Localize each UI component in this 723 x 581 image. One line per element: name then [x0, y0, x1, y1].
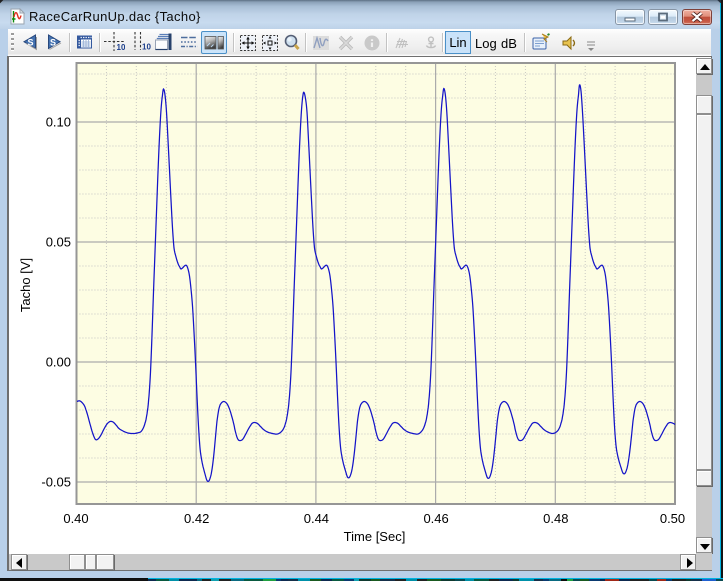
svg-text:0.10: 0.10 — [46, 115, 71, 130]
svg-text:Tacho [V]: Tacho [V] — [18, 258, 33, 312]
svg-text:0.46: 0.46 — [423, 511, 448, 526]
svg-text:-0.05: -0.05 — [41, 475, 71, 490]
svg-text:0.44: 0.44 — [304, 511, 329, 526]
svg-text:0.42: 0.42 — [184, 511, 209, 526]
svg-text:10: 10 — [142, 43, 151, 52]
svg-text:0.50: 0.50 — [660, 511, 685, 526]
svg-text:10: 10 — [117, 43, 126, 52]
svg-text:S: S — [50, 38, 56, 48]
svg-text:0.48: 0.48 — [543, 511, 568, 526]
svg-text:Time [Sec]: Time [Sec] — [344, 529, 406, 544]
svg-text:0.05: 0.05 — [46, 235, 71, 250]
svg-text:S: S — [27, 38, 33, 48]
svg-text:0.00: 0.00 — [46, 355, 71, 370]
svg-text:0.40: 0.40 — [63, 511, 88, 526]
